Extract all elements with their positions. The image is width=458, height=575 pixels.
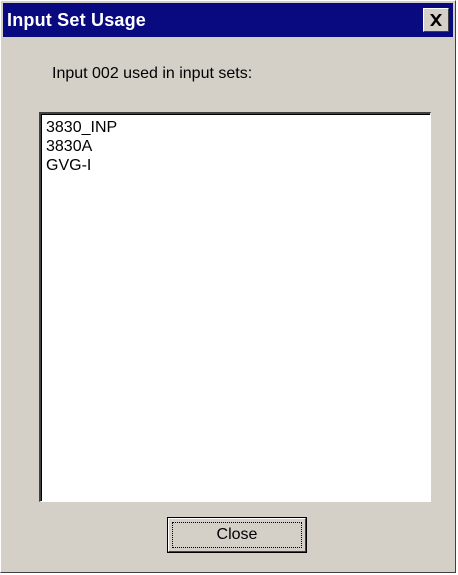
close-icon <box>430 14 442 26</box>
input-sets-list: 3830_INP 3830A GVG-I <box>41 114 430 175</box>
close-button-label: Close <box>216 526 258 543</box>
title-close-button[interactable] <box>423 8 449 32</box>
list-item[interactable]: 3830A <box>46 137 430 156</box>
input-set-usage-dialog: Input Set Usage Input 002 used in input … <box>0 0 456 573</box>
list-item[interactable]: GVG-I <box>46 156 430 175</box>
window-title: Input Set Usage <box>7 10 147 30</box>
title-bar[interactable]: Input Set Usage <box>3 3 453 37</box>
list-item[interactable]: 3830_INP <box>46 118 430 137</box>
close-button[interactable]: Close <box>167 517 307 553</box>
usage-prompt: Input 002 used in input sets: <box>52 65 253 82</box>
input-sets-listbox[interactable]: 3830_INP 3830A GVG-I <box>39 112 431 502</box>
